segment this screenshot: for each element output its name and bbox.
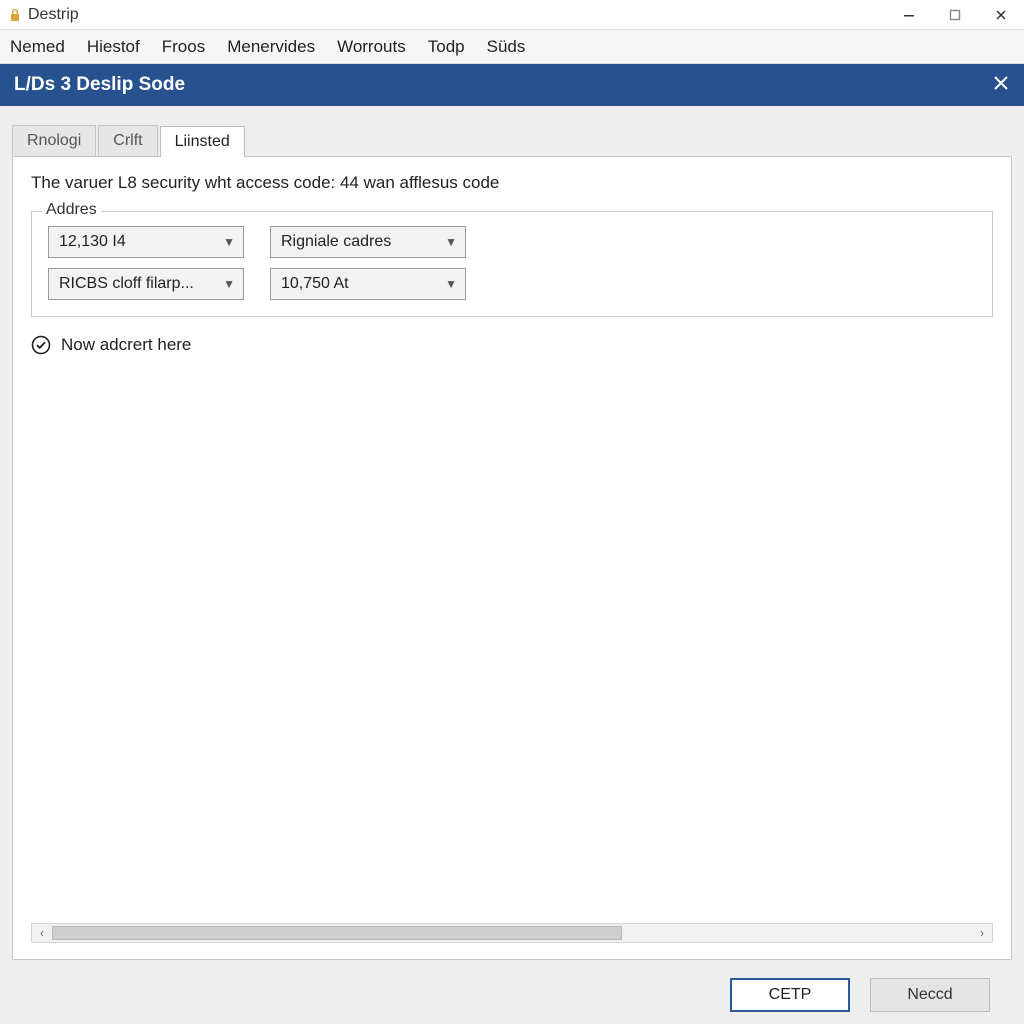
scroll-right-button[interactable]: ›: [972, 924, 992, 942]
combo-2-value: Rigniale cadres: [281, 233, 391, 251]
menu-menervides[interactable]: Menervides: [227, 37, 315, 57]
menu-nemed[interactable]: Nemed: [10, 37, 65, 57]
scroll-thumb[interactable]: [52, 926, 622, 940]
tab-strip: Rnologi Crlft Liinsted: [12, 122, 1012, 156]
scroll-track[interactable]: [52, 924, 972, 942]
combo-2[interactable]: Rigniale cadres ▼: [270, 226, 466, 258]
combo-3-value: RICBS cloff filarp...: [59, 275, 194, 293]
menu-suds[interactable]: Süds: [487, 37, 526, 57]
menu-bar: Nemed Hiestof Froos Menervides Worrouts …: [0, 30, 1024, 64]
menu-worrouts[interactable]: Worrouts: [337, 37, 406, 57]
chevron-down-icon: ▼: [223, 277, 235, 291]
scroll-left-button[interactable]: ‹: [32, 924, 52, 942]
close-window-button[interactable]: [978, 0, 1024, 29]
addres-fieldset: Addres 12,130 I4 ▼ Rigniale cadres ▼ RIC…: [31, 211, 993, 317]
combo-3[interactable]: RICBS cloff filarp... ▼: [48, 268, 244, 300]
tab-liinsted[interactable]: Liinsted: [160, 126, 245, 157]
chevron-down-icon: ▼: [445, 277, 457, 291]
combo-1-value: 12,130 I4: [59, 233, 126, 251]
combo-1[interactable]: 12,130 I4 ▼: [48, 226, 244, 258]
dialog-footer: CETP Neccd: [12, 960, 1012, 1012]
check-row[interactable]: Now adcrert here: [31, 335, 993, 355]
menu-hiestof[interactable]: Hiestof: [87, 37, 140, 57]
check-label: Now adcrert here: [61, 335, 191, 355]
lock-icon: [8, 8, 22, 22]
tab-crlft[interactable]: Crlft: [98, 125, 157, 156]
tab-panel: The varuer L8 security wht access code: …: [12, 156, 1012, 960]
menu-froos[interactable]: Froos: [162, 37, 205, 57]
menu-todp[interactable]: Todp: [428, 37, 465, 57]
maximize-button[interactable]: [932, 0, 978, 29]
fieldset-legend: Addres: [42, 201, 101, 219]
window-controls: [886, 0, 1024, 29]
dialog-close-button[interactable]: [992, 72, 1010, 98]
panel-description: The varuer L8 security wht access code: …: [31, 173, 993, 193]
combo-4-value: 10,750 At: [281, 275, 349, 293]
combo-4[interactable]: 10,750 At ▼: [270, 268, 466, 300]
horizontal-scrollbar[interactable]: ‹ ›: [31, 923, 993, 943]
title-bar: Destrip: [0, 0, 1024, 30]
chevron-down-icon: ▼: [223, 235, 235, 249]
tab-rnologi[interactable]: Rnologi: [12, 125, 96, 156]
chevron-down-icon: ▼: [445, 235, 457, 249]
cetp-button[interactable]: CETP: [730, 978, 850, 1012]
neccd-button[interactable]: Neccd: [870, 978, 990, 1012]
dialog-title: L/Ds 3 Deslip Sode: [14, 74, 185, 96]
dialog-body: Rnologi Crlft Liinsted The varuer L8 sec…: [0, 106, 1024, 1024]
check-circle-icon: [31, 335, 51, 355]
dialog-header: L/Ds 3 Deslip Sode: [0, 64, 1024, 106]
minimize-button[interactable]: [886, 0, 932, 29]
window-title: Destrip: [28, 6, 79, 24]
